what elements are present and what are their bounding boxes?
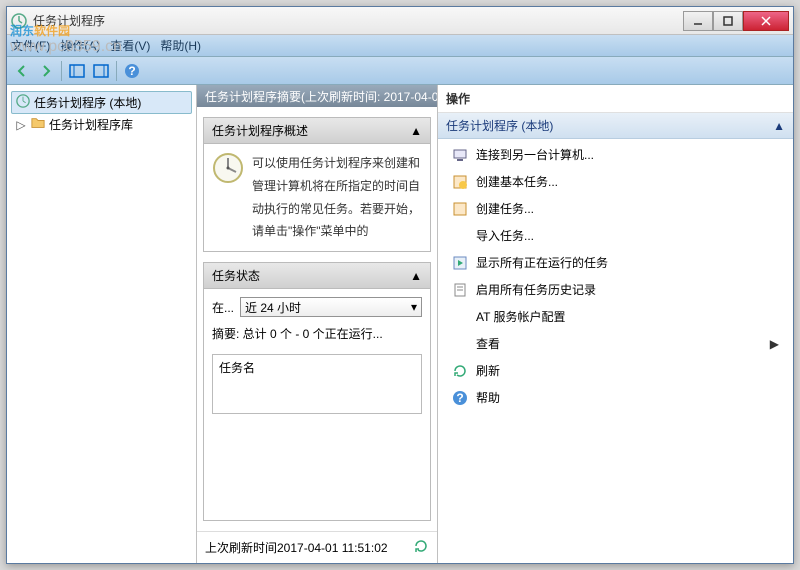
actions-pane: 操作 任务计划程序 (本地) ▲ 连接到另一台计算机... 创建基本任务... …	[437, 85, 793, 563]
menu-view[interactable]: 查看(V)	[110, 37, 150, 54]
task-basic-icon	[452, 174, 468, 190]
scope-button[interactable]	[66, 60, 88, 82]
actions-header: 操作	[438, 85, 793, 113]
computer-icon	[452, 147, 468, 163]
refresh-icon	[452, 363, 468, 379]
status-panel: 任务状态 ▲ 在... 近 24 小时 ▾ 摘要: 总计 0 个 - 0 个正在…	[203, 262, 431, 521]
action-show-running[interactable]: 显示所有正在运行的任务	[438, 249, 793, 276]
expand-icon[interactable]: ▷	[15, 118, 27, 132]
collapse-icon: ▲	[773, 119, 785, 133]
middle-footer: 上次刷新时间2017-04-01 11:51:02	[197, 531, 437, 563]
tree-root[interactable]: 任务计划程序 (本地)	[11, 91, 192, 114]
action-refresh[interactable]: 刷新	[438, 357, 793, 384]
main-window: 任务计划程序 文件(F) 操作(A) 查看(V) 帮助(H) ? 任务计划程序 …	[6, 6, 794, 564]
task-icon	[452, 201, 468, 217]
middle-pane: 任务计划程序摘要(上次刷新时间: 2017-04-0 任务计划程序概述 ▲ 可以…	[197, 85, 437, 563]
action-import[interactable]: 导入任务...	[438, 222, 793, 249]
middle-header: 任务计划程序摘要(上次刷新时间: 2017-04-0	[197, 85, 437, 107]
maximize-button[interactable]	[713, 11, 743, 31]
collapse-icon[interactable]: ▲	[410, 269, 422, 283]
status-header: 任务状态 ▲	[204, 263, 430, 289]
collapse-icon[interactable]: ▲	[410, 124, 422, 138]
overview-text: 可以使用任务计划程序来创建和管理计算机将在所指定的时间自动执行的常见任务。若要开…	[252, 152, 422, 243]
menu-action[interactable]: 操作(A)	[60, 37, 100, 54]
action-help[interactable]: ? 帮助	[438, 384, 793, 411]
svg-text:?: ?	[456, 391, 463, 405]
task-column-header: 任务名	[219, 359, 415, 376]
import-icon	[452, 228, 468, 244]
close-button[interactable]	[743, 11, 789, 31]
window-title: 任务计划程序	[33, 12, 683, 29]
menubar: 文件(F) 操作(A) 查看(V) 帮助(H)	[7, 35, 793, 57]
history-icon	[452, 282, 468, 298]
overview-header: 任务计划程序概述 ▲	[204, 118, 430, 144]
task-list: 任务名	[212, 354, 422, 414]
forward-button[interactable]	[35, 60, 57, 82]
folder-icon	[31, 116, 45, 133]
titlebar: 任务计划程序	[7, 7, 793, 35]
overview-clock-icon	[212, 152, 244, 243]
chevron-down-icon: ▾	[411, 300, 417, 314]
tree-pane: 任务计划程序 (本地) ▷ 任务计划程序库	[7, 85, 197, 563]
app-icon	[11, 13, 27, 29]
action-create-basic[interactable]: 创建基本任务...	[438, 168, 793, 195]
action-connect[interactable]: 连接到另一台计算机...	[438, 141, 793, 168]
minimize-button[interactable]	[683, 11, 713, 31]
action-create-task[interactable]: 创建任务...	[438, 195, 793, 222]
running-icon	[452, 255, 468, 271]
timerange-dropdown[interactable]: 近 24 小时 ▾	[240, 297, 422, 317]
properties-button[interactable]	[90, 60, 112, 82]
refresh-button[interactable]	[413, 538, 429, 557]
overview-panel: 任务计划程序概述 ▲ 可以使用任务计划程序来创建和管理计算机将在所指定的时间自动…	[203, 117, 431, 252]
content-area: 任务计划程序 (本地) ▷ 任务计划程序库 任务计划程序摘要(上次刷新时间: 2…	[7, 85, 793, 563]
back-button[interactable]	[11, 60, 33, 82]
toolbar: ?	[7, 57, 793, 85]
clock-icon	[16, 94, 30, 111]
menu-file[interactable]: 文件(F)	[11, 37, 50, 54]
last-refresh-label: 上次刷新时间2017-04-01 11:51:02	[205, 539, 388, 556]
action-view[interactable]: 查看 ▶	[438, 330, 793, 357]
action-enable-history[interactable]: 启用所有任务历史记录	[438, 276, 793, 303]
status-summary: 摘要: 总计 0 个 - 0 个正在运行...	[212, 325, 422, 342]
help-icon: ?	[452, 390, 468, 406]
status-label: 在...	[212, 299, 234, 316]
chevron-right-icon: ▶	[770, 337, 779, 351]
menu-help[interactable]: 帮助(H)	[160, 37, 201, 54]
tree-root-label: 任务计划程序 (本地)	[34, 94, 141, 111]
tree-library[interactable]: ▷ 任务计划程序库	[11, 114, 192, 135]
action-at-config[interactable]: AT 服务帐户配置	[438, 303, 793, 330]
svg-text:?: ?	[128, 64, 135, 78]
help-button[interactable]: ?	[121, 60, 143, 82]
actions-section-header[interactable]: 任务计划程序 (本地) ▲	[438, 113, 793, 139]
tree-library-label: 任务计划程序库	[49, 116, 133, 133]
